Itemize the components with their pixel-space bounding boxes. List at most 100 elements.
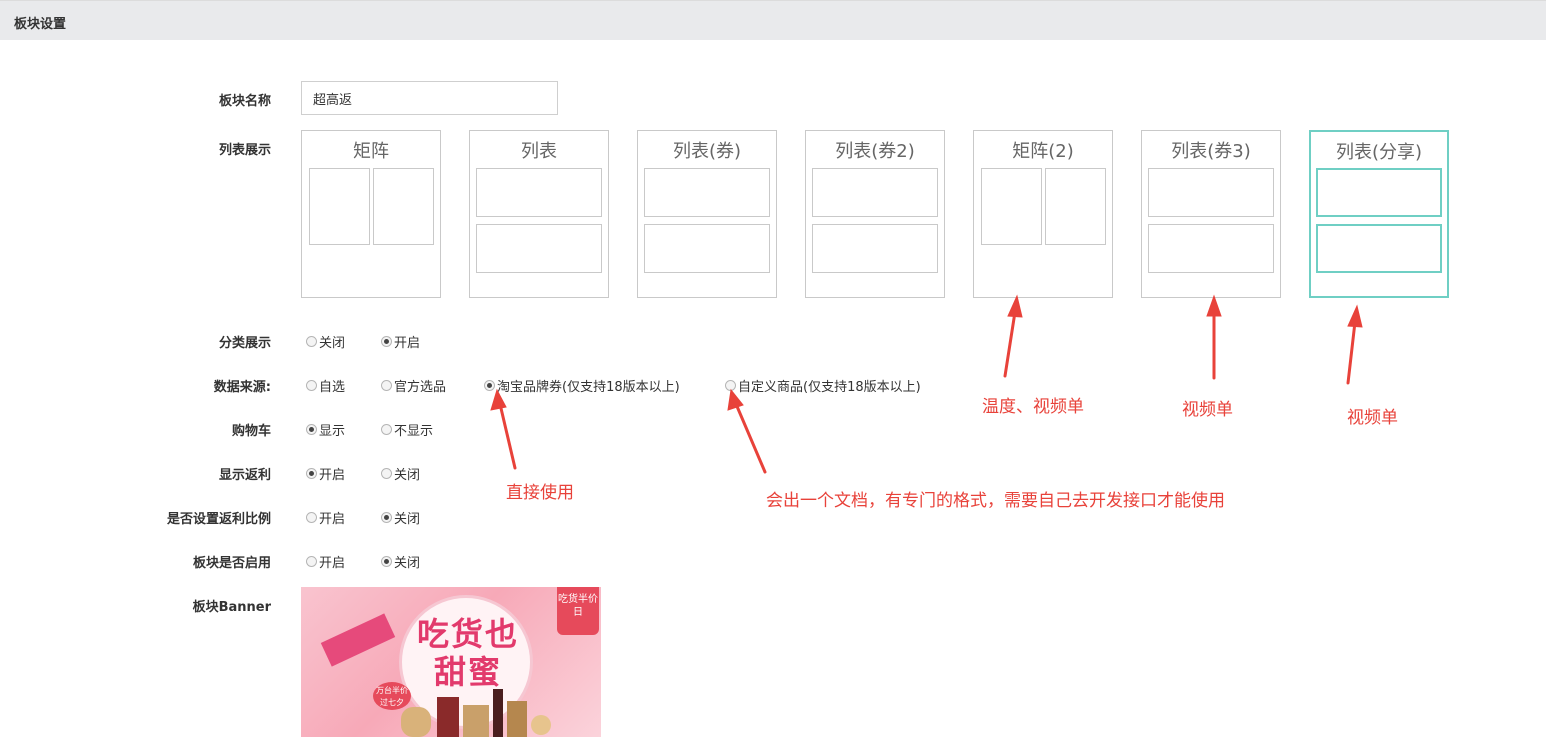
cookie-shape xyxy=(531,715,551,735)
radio-label: 自选 xyxy=(319,379,346,395)
layout-preview-block xyxy=(812,168,938,217)
layout-option-4[interactable]: 列表(券2) xyxy=(805,130,945,298)
radio-category-on[interactable]: 开启 xyxy=(381,332,421,351)
radio-category-off[interactable]: 关闭 xyxy=(306,332,346,351)
layout-preview-block xyxy=(373,168,434,245)
layout-preview-block xyxy=(1045,168,1106,245)
radio-circle[interactable] xyxy=(381,335,392,347)
radio-label: 淘宝品牌券(仅支持18版本以上) xyxy=(497,379,680,395)
label-block-enabled: 板块是否启用 xyxy=(192,556,271,571)
chocolate-box-shape xyxy=(463,705,489,737)
label-set-rebate-ratio: 是否设置返利比例 xyxy=(166,512,271,527)
layout-option-title: 列表(分享) xyxy=(1335,142,1423,163)
radio-circle[interactable] xyxy=(725,379,736,391)
layout-option-7[interactable]: 列表(分享) xyxy=(1309,130,1449,298)
radio-circle[interactable] xyxy=(381,423,392,435)
radio-cart-show[interactable]: 显示 xyxy=(306,420,346,439)
radio-label: 显示 xyxy=(319,423,346,439)
label-show-rebate: 显示返利 xyxy=(218,468,271,483)
layout-preview-block xyxy=(1148,224,1274,273)
layout-option-title: 列表(券) xyxy=(672,141,742,162)
radio-label: 官方选品 xyxy=(394,379,447,395)
layout-preview-block xyxy=(476,224,602,273)
layout-option-title: 列表 xyxy=(521,141,557,162)
label-block-banner: 板块Banner xyxy=(192,600,271,615)
layout-preview-block xyxy=(812,224,938,273)
block-name-input[interactable] xyxy=(301,81,558,115)
radio-circle[interactable] xyxy=(484,379,495,391)
layout-option-title: 矩阵 xyxy=(353,141,389,162)
label-cart: 购物车 xyxy=(231,424,271,439)
arrow-share xyxy=(1346,320,1357,385)
radio-cart-hide[interactable]: 不显示 xyxy=(381,420,434,439)
layout-option-5[interactable]: 矩阵(2) xyxy=(973,130,1113,298)
layout-preview-block xyxy=(476,168,602,217)
radio-source-taobao-coupon[interactable]: 淘宝品牌券(仅支持18版本以上) xyxy=(484,376,680,395)
layout-preview-block xyxy=(1316,224,1442,273)
radio-ratio-on[interactable]: 开启 xyxy=(306,508,346,527)
radio-label: 关闭 xyxy=(319,335,346,351)
section-title: 板块设置 xyxy=(14,17,67,32)
radio-rebate-on[interactable]: 开启 xyxy=(306,464,346,483)
annotation-direct-use: 直接使用 xyxy=(506,483,574,503)
annotation-custom-doc: 会出一个文档，有专门的格式，需要自己去开发接口才能使用 xyxy=(766,491,1225,511)
radio-label: 开启 xyxy=(394,335,421,351)
radio-label: 关闭 xyxy=(394,467,421,483)
layout-option-3[interactable]: 列表(券) xyxy=(637,130,777,298)
radio-label: 不显示 xyxy=(394,423,434,439)
annotation-arrows xyxy=(490,294,1363,474)
radio-ratio-off[interactable]: 关闭 xyxy=(381,508,420,527)
radio-circle[interactable] xyxy=(381,511,392,523)
layout-preview-block xyxy=(1316,168,1442,217)
radio-circle[interactable] xyxy=(306,511,317,523)
banner-tag: 吃货半价日 xyxy=(557,587,599,635)
label-category-display: 分类展示 xyxy=(218,336,271,351)
peanuts-shape xyxy=(401,707,431,737)
section-header: 板块设置 xyxy=(0,0,1546,40)
radio-label: 关闭 xyxy=(394,555,421,571)
layout-option-title: 列表(券3) xyxy=(1171,141,1251,162)
radio-rebate-off[interactable]: 关闭 xyxy=(381,464,421,483)
radio-label: 自定义商品(仅支持18版本以上) xyxy=(738,379,921,395)
annotation-share: 视频单 xyxy=(1347,408,1398,428)
arrow-head-matrix2 xyxy=(1007,294,1023,318)
radio-circle[interactable] xyxy=(306,467,317,479)
layout-option-title: 矩阵(2) xyxy=(1012,141,1074,162)
arrow-matrix2 xyxy=(1003,310,1017,378)
banner-main-text: 吃货也甜蜜 xyxy=(416,615,519,691)
radio-label: 开启 xyxy=(319,555,346,571)
gift-box-shape xyxy=(437,697,459,737)
label-block-name: 板块名称 xyxy=(218,94,271,109)
arrow-custom-doc xyxy=(734,402,767,474)
wine-bottle-shape xyxy=(493,689,503,737)
arrow-direct-use xyxy=(498,402,517,470)
arrow-head-share xyxy=(1347,304,1363,328)
radio-label: 开启 xyxy=(319,467,346,483)
banner-goods-illustration xyxy=(401,689,551,737)
block-banner-image[interactable]: 吃货也甜蜜 吃货半价日 万台半价过七夕 xyxy=(301,587,601,737)
radio-enabled-off[interactable]: 关闭 xyxy=(381,552,421,571)
layout-preview-block xyxy=(981,168,1042,245)
layout-option-1[interactable]: 矩阵 xyxy=(301,130,441,298)
layout-preview-block xyxy=(644,168,770,217)
radio-enabled-on[interactable]: 开启 xyxy=(306,552,346,571)
radio-circle[interactable] xyxy=(381,555,392,567)
label-list-display: 列表展示 xyxy=(218,143,271,158)
radio-source-custom-goods[interactable]: 自定义商品(仅支持18版本以上) xyxy=(725,376,921,395)
layout-option-2[interactable]: 列表 xyxy=(469,130,609,298)
arrow-head-list3 xyxy=(1206,294,1222,317)
layout-preview-block xyxy=(1148,168,1274,217)
radio-circle[interactable] xyxy=(381,467,392,479)
radio-source-official[interactable]: 官方选品 xyxy=(381,376,447,395)
layout-preview-block xyxy=(644,224,770,273)
snack-box-shape xyxy=(507,701,527,737)
layout-preview-block xyxy=(309,168,370,245)
radio-circle[interactable] xyxy=(306,379,317,391)
radio-label: 开启 xyxy=(319,511,346,527)
radio-circle[interactable] xyxy=(306,423,317,435)
radio-circle[interactable] xyxy=(306,555,317,567)
radio-source-self-select[interactable]: 自选 xyxy=(306,376,346,395)
layout-option-6[interactable]: 列表(券3) xyxy=(1141,130,1281,298)
radio-circle[interactable] xyxy=(381,379,392,391)
radio-circle[interactable] xyxy=(306,335,317,347)
